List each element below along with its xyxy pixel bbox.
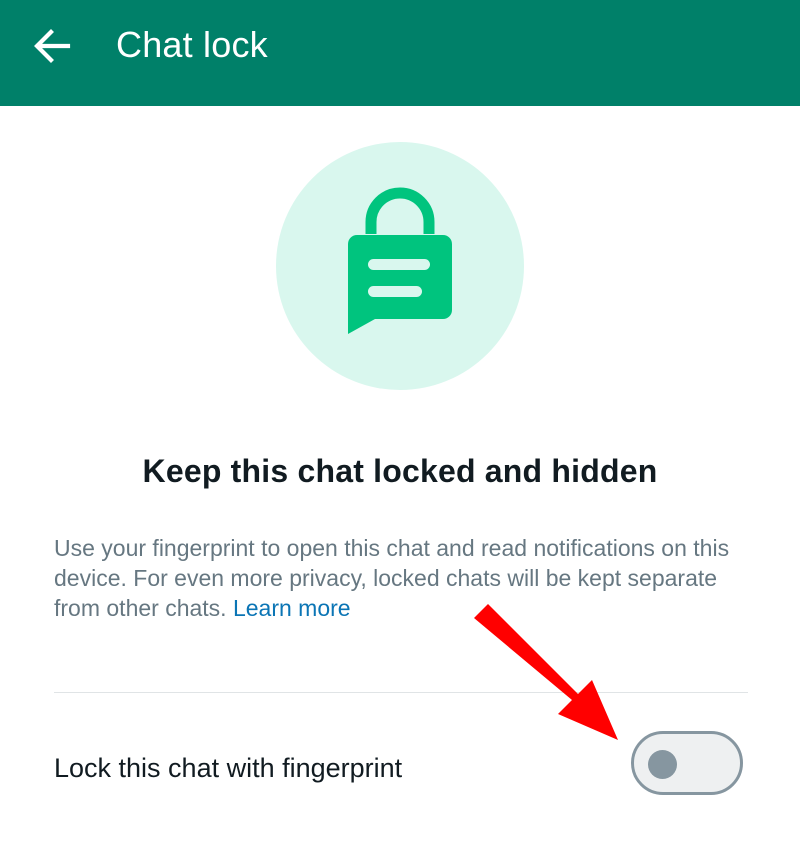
page-title: Chat lock: [116, 24, 268, 65]
description: Use your fingerprint to open this chat a…: [54, 533, 754, 623]
lock-with-fingerprint-toggle[interactable]: [631, 731, 743, 795]
back-button[interactable]: [20, 18, 84, 74]
lock-with-fingerprint-label: Lock this chat with fingerprint: [54, 753, 403, 783]
learn-more-link[interactable]: Learn more: [233, 595, 351, 621]
hero-illustration: [276, 142, 524, 390]
chat-lock-screen: Chat lock Keep this chat locked and hidd…: [0, 0, 800, 847]
toggle-knob: [648, 750, 677, 779]
description-text: Use your fingerprint to open this chat a…: [54, 535, 730, 621]
divider: [54, 692, 748, 693]
app-bar: Chat lock: [0, 0, 800, 106]
headline: Keep this chat locked and hidden: [142, 453, 658, 489]
red-arrow-icon: [474, 604, 618, 740]
arrow-left-icon: [34, 29, 71, 63]
locked-chat-bubble-icon: [348, 187, 452, 334]
